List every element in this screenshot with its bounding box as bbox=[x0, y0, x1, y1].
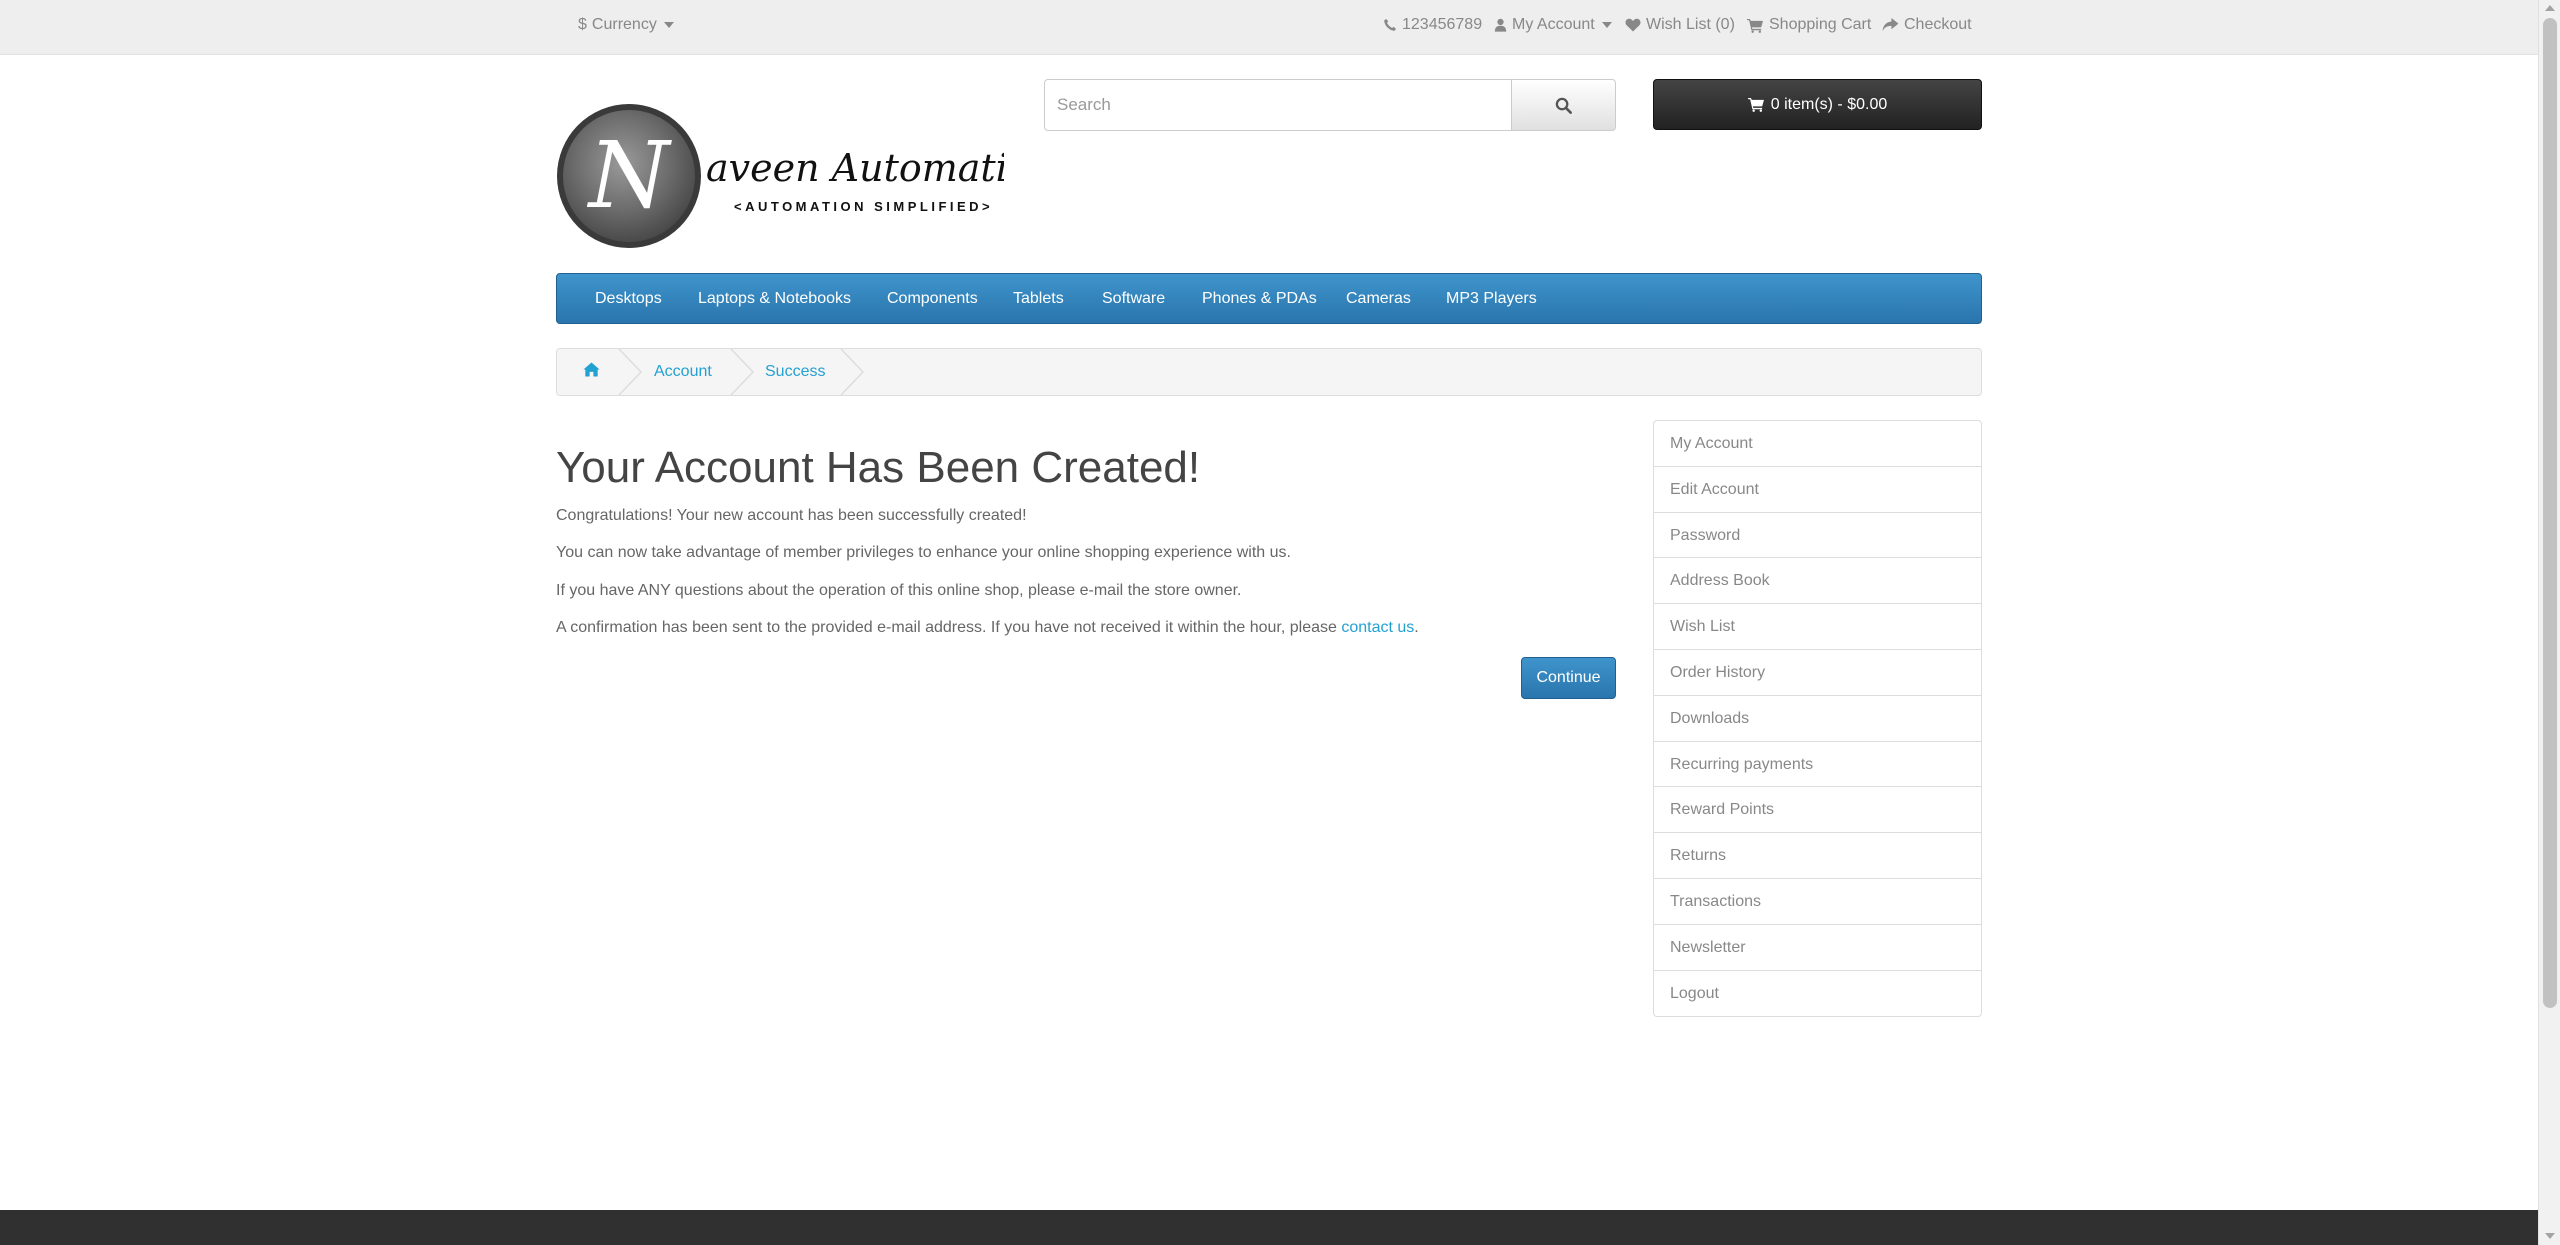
confirmation-text: A confirmation has been sent to the prov… bbox=[556, 618, 1419, 638]
breadcrumb-separator bbox=[840, 349, 865, 395]
shopping-cart-label: Shopping Cart bbox=[1769, 16, 1872, 33]
checkout-link[interactable]: Checkout bbox=[1882, 13, 1972, 37]
menu-item-tablets[interactable]: Tablets bbox=[1013, 274, 1064, 323]
phone-link[interactable]: 123456789 bbox=[1383, 13, 1482, 37]
search-bar bbox=[1044, 79, 1616, 131]
cart-icon bbox=[1747, 18, 1763, 33]
heart-icon bbox=[1625, 18, 1641, 32]
questions-text: If you have ANY questions about the oper… bbox=[556, 582, 1242, 599]
currency-symbol: $ bbox=[578, 16, 587, 33]
success-message: Congratulations! Your new account has be… bbox=[556, 507, 1027, 524]
account-sidebar: My Account Edit Account Password Address… bbox=[1653, 420, 1982, 1018]
currency-label: Currency bbox=[591, 16, 657, 33]
search-icon bbox=[1555, 97, 1572, 114]
user-icon bbox=[1494, 18, 1507, 32]
breadcrumb-home[interactable] bbox=[583, 362, 600, 382]
search-button[interactable] bbox=[1511, 79, 1616, 131]
svg-text:<AUTOMATION SIMPLIFIED>: <AUTOMATION SIMPLIFIED> bbox=[734, 199, 993, 214]
sidebar-item-logout[interactable]: Logout bbox=[1654, 971, 1981, 1017]
page-title: Your Account Has Been Created! bbox=[556, 443, 1201, 492]
home-icon bbox=[583, 362, 600, 377]
breadcrumb-separator bbox=[618, 349, 643, 395]
footer bbox=[0, 1210, 2538, 1245]
sidebar-item-wish-list[interactable]: Wish List bbox=[1654, 604, 1981, 650]
breadcrumb-success[interactable]: Success bbox=[765, 349, 825, 395]
my-account-dropdown[interactable]: My Account bbox=[1494, 13, 1612, 37]
sidebar-item-reward-points[interactable]: Reward Points bbox=[1654, 787, 1981, 834]
sidebar-item-address-book[interactable]: Address Book bbox=[1654, 558, 1981, 605]
svg-text:aveen Automation Labs: aveen Automation Labs bbox=[706, 146, 1004, 190]
menu-item-cameras[interactable]: Cameras bbox=[1346, 274, 1411, 323]
cart-icon bbox=[1747, 97, 1764, 112]
scroll-up-arrow-icon[interactable] bbox=[2545, 5, 2555, 11]
sidebar-item-password[interactable]: Password bbox=[1654, 513, 1981, 559]
menu-item-laptops-notebooks[interactable]: Laptops & Notebooks bbox=[698, 274, 851, 323]
breadcrumb-account[interactable]: Account bbox=[654, 349, 712, 395]
share-icon bbox=[1882, 18, 1899, 32]
contact-us-link[interactable]: contact us bbox=[1341, 619, 1414, 636]
sidebar-item-recurring-payments[interactable]: Recurring payments bbox=[1654, 742, 1981, 788]
confirmation-text-body: A confirmation has been sent to the prov… bbox=[556, 619, 1342, 636]
scrollbar-thumb[interactable] bbox=[2543, 18, 2557, 1008]
my-account-label: My Account bbox=[1512, 16, 1595, 33]
scroll-down-arrow-icon[interactable] bbox=[2545, 1233, 2555, 1239]
cart-total-button[interactable]: 0 item(s) - $0.00 bbox=[1653, 79, 1982, 130]
category-menu: Desktops Laptops & Notebooks Components … bbox=[556, 273, 1982, 324]
sidebar-item-returns[interactable]: Returns bbox=[1654, 833, 1981, 879]
search-input[interactable] bbox=[1044, 79, 1511, 131]
sidebar-item-transactions[interactable]: Transactions bbox=[1654, 879, 1981, 925]
menu-item-mp3-players[interactable]: MP3 Players bbox=[1446, 274, 1537, 323]
sidebar-item-newsletter[interactable]: Newsletter bbox=[1654, 925, 1981, 971]
menu-item-phones-pdas[interactable]: Phones & PDAs bbox=[1202, 274, 1317, 323]
breadcrumb: Account Success bbox=[556, 348, 1982, 396]
chevron-down-icon bbox=[663, 22, 674, 28]
wishlist-link[interactable]: Wish List (0) bbox=[1625, 13, 1735, 37]
wishlist-label: Wish List (0) bbox=[1646, 16, 1735, 33]
chevron-down-icon bbox=[1601, 22, 1612, 28]
cart-total-label: 0 item(s) - $0.00 bbox=[1770, 95, 1888, 113]
sidebar-item-downloads[interactable]: Downloads bbox=[1654, 696, 1981, 742]
store-logo[interactable]: N aveen Automation Labs <AUTOMATION SIMP… bbox=[556, 103, 1159, 250]
vertical-scrollbar[interactable] bbox=[2538, 0, 2560, 1245]
confirmation-text-period: . bbox=[1414, 619, 1419, 636]
currency-dropdown[interactable]: $ Currency bbox=[578, 13, 674, 37]
phone-number: 123456789 bbox=[1402, 16, 1483, 33]
privileges-text: You can now take advantage of member pri… bbox=[556, 544, 1291, 561]
shopping-cart-link[interactable]: Shopping Cart bbox=[1747, 13, 1871, 37]
menu-item-software[interactable]: Software bbox=[1102, 274, 1165, 323]
checkout-label: Checkout bbox=[1904, 16, 1972, 33]
menu-item-components[interactable]: Components bbox=[887, 274, 978, 323]
menu-item-desktops[interactable]: Desktops bbox=[595, 274, 662, 323]
svg-text:N: N bbox=[587, 122, 673, 229]
breadcrumb-separator bbox=[730, 349, 755, 395]
phone-icon bbox=[1384, 19, 1396, 31]
sidebar-item-order-history[interactable]: Order History bbox=[1654, 650, 1981, 696]
top-bar: $ Currency 123456789 My Account Wish Lis… bbox=[0, 0, 2538, 55]
continue-button[interactable]: Continue bbox=[1521, 657, 1616, 699]
sidebar-item-my-account[interactable]: My Account bbox=[1654, 421, 1981, 467]
sidebar-item-edit-account[interactable]: Edit Account bbox=[1654, 467, 1981, 513]
